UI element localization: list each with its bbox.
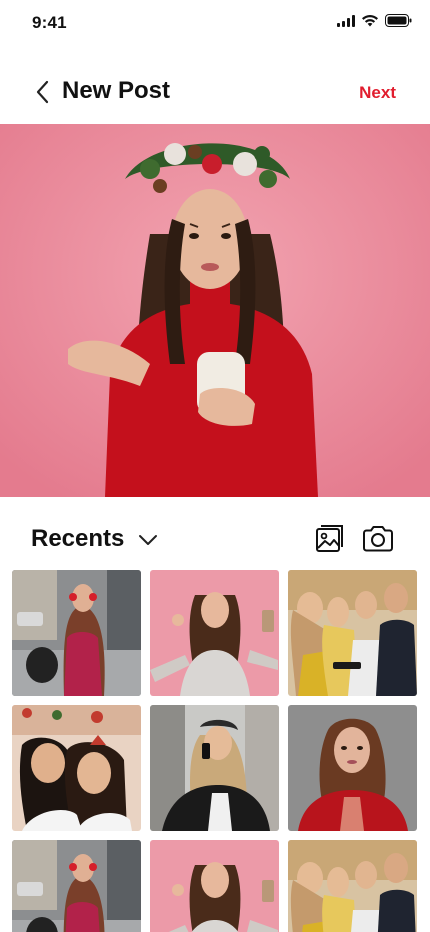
recents-label[interactable]: Recents — [31, 525, 124, 553]
page-title: New Post — [62, 77, 171, 104]
grid-photo[interactable] — [12, 570, 141, 696]
recents-bar: Recents — [0, 515, 430, 563]
chevron-down-icon[interactable] — [137, 529, 159, 551]
photo-thumbnail — [12, 705, 141, 831]
grid-photo[interactable] — [150, 840, 279, 932]
grid-photo[interactable] — [150, 705, 279, 831]
battery-icon — [385, 14, 412, 27]
photo-thumbnail — [150, 570, 279, 696]
grid-photo[interactable] — [12, 840, 141, 932]
photo-thumbnail — [288, 705, 417, 831]
wifi-icon — [361, 14, 379, 27]
chevron-left-icon — [36, 80, 49, 104]
grid-photo[interactable] — [288, 570, 417, 696]
photo-thumbnail — [150, 705, 279, 831]
grid-photo[interactable] — [150, 570, 279, 696]
status-bar: 9:41 — [0, 0, 430, 47]
camera-icon[interactable] — [361, 523, 395, 555]
photo-thumbnail — [288, 840, 417, 932]
grid-photo[interactable] — [12, 705, 141, 831]
status-time: 9:41 — [32, 13, 67, 32]
gallery-icon[interactable] — [314, 523, 346, 555]
photo-thumbnail — [12, 570, 141, 696]
photo-grid — [12, 570, 418, 932]
next-button[interactable]: Next — [359, 83, 396, 103]
preview-illustration — [0, 124, 430, 497]
grid-photo[interactable] — [288, 840, 417, 932]
photo-thumbnail — [288, 570, 417, 696]
photo-preview — [0, 124, 430, 497]
status-icons — [337, 14, 412, 27]
grid-photo[interactable] — [288, 705, 417, 831]
signal-icon — [337, 14, 355, 27]
header: New Post Next — [0, 64, 430, 120]
back-button[interactable] — [28, 78, 56, 106]
photo-thumbnail — [12, 840, 141, 932]
photo-thumbnail — [150, 840, 279, 932]
